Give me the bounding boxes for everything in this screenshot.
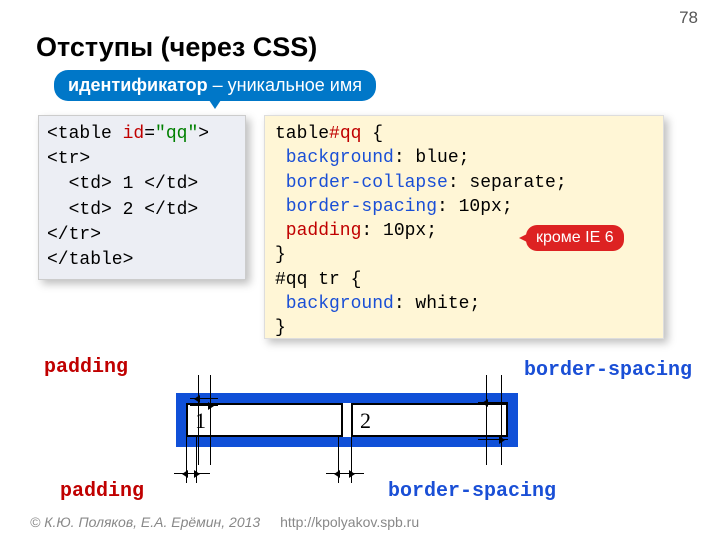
- code-text: : 10px;: [361, 221, 437, 241]
- arrow-line: [198, 375, 199, 465]
- code-text: border-collapse: [275, 173, 448, 193]
- html-code-block: <table id="qq"> <tr> <td> 1 </td> <td> 2…: [38, 115, 246, 280]
- code-text: padding: [275, 221, 361, 241]
- code-text: <td> 1 </td>: [47, 174, 198, 194]
- code-text: >: [198, 124, 209, 144]
- arrow-head-icon: [208, 402, 214, 410]
- label-padding-top: padding: [44, 356, 128, 379]
- arrow-line: [174, 473, 210, 474]
- code-text: <tr>: [47, 149, 90, 169]
- code-text: {: [361, 124, 383, 144]
- footer-link: http://kpolyakov.spb.ru: [280, 514, 419, 530]
- code-text: : blue;: [394, 148, 470, 168]
- code-text: <table: [47, 124, 123, 144]
- arrow-head-icon: [194, 395, 200, 403]
- arrow-head-icon: [349, 470, 355, 478]
- code-text: background: [275, 148, 394, 168]
- code-text: : 10px;: [437, 197, 513, 217]
- code-text: }: [275, 318, 286, 338]
- code-text: =: [144, 124, 155, 144]
- arrow-line: [326, 473, 364, 474]
- code-text: id: [123, 124, 145, 144]
- diagram-outer-box: 1 2: [176, 393, 518, 447]
- spacing-diagram: 1 2: [176, 375, 518, 463]
- arrow-head-icon: [182, 470, 188, 478]
- code-text: <td> 2 </td>: [47, 200, 198, 220]
- diagram-cell-2: 2: [351, 403, 508, 437]
- arrow-line: [210, 375, 211, 465]
- code-text: "qq": [155, 124, 198, 144]
- arrow-line: [486, 375, 487, 465]
- code-text: </tr>: [47, 225, 101, 245]
- callout-ie6: кроме IE 6: [526, 225, 624, 251]
- callout-tail-icon: [207, 97, 223, 109]
- code-text: table: [275, 124, 329, 144]
- arrow-head-icon: [482, 399, 488, 407]
- label-border-spacing-top: border-spacing: [524, 359, 692, 382]
- code-text: background: [275, 294, 394, 314]
- code-text: </table>: [47, 250, 133, 270]
- arrow-line: [501, 375, 502, 465]
- diagram-inner: 1 2: [186, 403, 508, 437]
- copyright-text: © К.Ю. Поляков, Е.А. Ерёмин, 2013: [30, 514, 260, 530]
- slide-title: Отступы (через CSS): [36, 32, 317, 63]
- arrow-head-icon: [194, 470, 200, 478]
- callout-id-word: идентификатор: [68, 75, 208, 95]
- callout-rest: – уникальное имя: [208, 75, 362, 95]
- page-number: 78: [679, 8, 698, 28]
- footer: © К.Ю. Поляков, Е.А. Ерёмин, 2013 http:/…: [30, 514, 419, 530]
- label-padding-bottom: padding: [60, 480, 144, 503]
- code-text: : separate;: [448, 173, 567, 193]
- code-text: }: [275, 245, 286, 265]
- code-text: #qq: [329, 124, 361, 144]
- code-text: #qq tr {: [275, 270, 361, 290]
- code-text: : white;: [394, 294, 480, 314]
- arrow-head-icon: [334, 470, 340, 478]
- arrow-head-icon: [499, 436, 505, 444]
- label-border-spacing-bottom: border-spacing: [388, 480, 556, 503]
- code-text: border-spacing: [275, 197, 437, 217]
